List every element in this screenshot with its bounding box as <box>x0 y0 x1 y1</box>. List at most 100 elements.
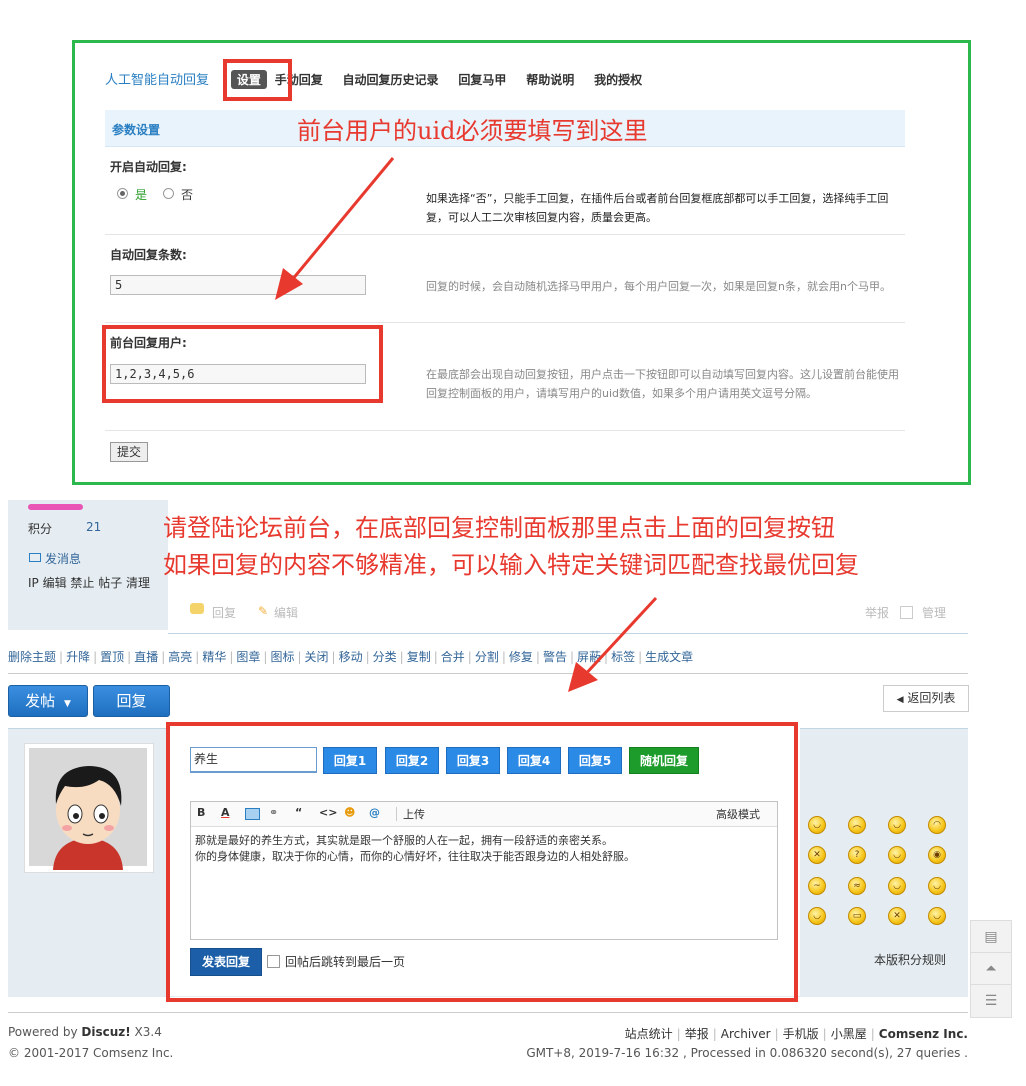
keyword-input[interactable]: 养生 <box>190 747 317 773</box>
emoji-smiley-icon[interactable]: ~ <box>808 877 826 895</box>
chevron-left-icon: ◀ <box>896 695 904 705</box>
comment-icon[interactable]: ▤ <box>970 920 1012 954</box>
mod-tool-link[interactable]: 移动 <box>339 650 363 664</box>
emoji-smiley-icon[interactable]: ◡ <box>888 816 906 834</box>
discuz-link[interactable]: Discuz! <box>81 1025 130 1039</box>
footer-link[interactable]: 手机版 <box>783 1027 819 1041</box>
bold-icon[interactable]: B <box>197 806 205 819</box>
emoji-smiley-icon[interactable]: ◡ <box>808 816 826 834</box>
mod-tool-link[interactable]: 精华 <box>202 650 226 664</box>
emoji-smiley-icon[interactable]: ▭ <box>848 907 866 925</box>
mod-tool-link[interactable]: 复制 <box>407 650 431 664</box>
footer-stats: GMT+8, 2019-7-16 16:32 , Processed in 0.… <box>526 1046 968 1060</box>
code-icon[interactable]: <> <box>319 806 337 819</box>
mod-tool-link[interactable]: 合并 <box>441 650 465 664</box>
plugin-nav: 人工智能自动回复 设置 手动回复 自动回复历史记录 回复马甲 帮助说明 我的授权 <box>105 69 658 89</box>
link-icon[interactable]: ⚭ <box>269 806 278 819</box>
reply-3-button[interactable]: 回复3 <box>446 747 500 774</box>
back-to-list-label: 返回列表 <box>907 691 956 705</box>
mod-tool-link[interactable]: 分类 <box>373 650 397 664</box>
credit-rules-link[interactable]: 本版积分规则 <box>874 951 946 968</box>
mod-tool-link[interactable]: 分割 <box>475 650 499 664</box>
at-mention-icon[interactable]: @ <box>369 806 380 819</box>
mod-tool-link[interactable]: 图章 <box>236 650 260 664</box>
reply-5-button[interactable]: 回复5 <box>568 747 622 774</box>
reply-2-button[interactable]: 回复2 <box>385 747 439 774</box>
footer-link[interactable]: 小黑屋 <box>831 1027 867 1041</box>
report-link[interactable]: 举报 <box>865 604 889 621</box>
points-label: 积分 <box>28 522 53 536</box>
admin-user-links[interactable]: IP 编辑 禁止 帖子 清理 <box>28 574 150 591</box>
post-reply-submit-button[interactable]: 发表回复 <box>190 948 262 976</box>
jump-last-page-label: 回帖后跳转到最后一页 <box>285 955 406 969</box>
post-reply-link[interactable]: 回复 <box>212 604 236 621</box>
mod-tool-link[interactable]: 修复 <box>509 650 533 664</box>
toolbar-separator: | <box>195 650 200 664</box>
send-message-link[interactable]: 发消息 <box>45 550 81 567</box>
font-color-icon[interactable]: A <box>221 806 230 819</box>
jump-last-page-checkbox[interactable] <box>267 955 280 968</box>
points-value[interactable]: 21 <box>86 520 101 534</box>
auto-reply-no-radio[interactable] <box>163 188 174 199</box>
tab-auto-reply-history[interactable]: 自动回复历史记录 <box>343 71 439 88</box>
emoji-smiley-icon[interactable]: ◡ <box>808 907 826 925</box>
toolbar-separator: | <box>501 650 506 664</box>
auto-reply-no-label[interactable]: 否 <box>181 186 193 203</box>
auto-reply-yes-radio[interactable] <box>117 188 128 199</box>
footer-link[interactable]: Archiver <box>721 1027 771 1041</box>
advanced-mode-link[interactable]: 高级模式 <box>716 806 760 822</box>
powered-by: Powered by Discuz! X3.4 <box>8 1025 162 1039</box>
new-post-button[interactable]: 发帖 ▼ <box>8 685 88 717</box>
emoji-smiley-icon[interactable]: ✕ <box>808 846 826 864</box>
footer-link[interactable]: 举报 <box>685 1027 709 1041</box>
auto-reply-yes-label[interactable]: 是 <box>135 186 147 203</box>
mod-tool-link[interactable]: 直播 <box>134 650 158 664</box>
reply-4-button[interactable]: 回复4 <box>507 747 561 774</box>
toolbar-separator: | <box>93 650 98 664</box>
emoji-smiley-icon[interactable]: ◡ <box>888 846 906 864</box>
emoji-smiley-icon[interactable]: ✕ <box>888 907 906 925</box>
toolbar-separator: | <box>59 650 64 664</box>
post-edit-link[interactable]: 编辑 <box>274 604 298 621</box>
smiley-icon[interactable]: ☻ <box>344 806 355 819</box>
user-sidebar: 积分 21 发消息 IP 编辑 禁止 帖子 清理 <box>8 500 168 630</box>
submit-button[interactable]: 提交 <box>110 442 148 462</box>
tab-reply-accounts[interactable]: 回复马甲 <box>458 71 506 88</box>
emoji-smiley-icon[interactable]: ◡ <box>928 907 946 925</box>
back-to-top-icon[interactable]: ⏶ <box>970 952 1012 986</box>
toolbar-separator: | <box>433 650 438 664</box>
toolbar-separator: | <box>161 650 166 664</box>
mod-tool-link[interactable]: 删除主题 <box>8 650 56 664</box>
emoji-smiley-icon[interactable]: ≈ <box>848 877 866 895</box>
random-reply-button[interactable]: 随机回复 <box>629 747 699 774</box>
quote-icon[interactable]: “ <box>295 806 302 819</box>
reply-textarea[interactable]: 那就是最好的养生方式，其实就是跟一个舒服的人在一起，拥有一段舒适的亲密关系。 你… <box>195 833 635 865</box>
mod-tool-link[interactable]: 升降 <box>66 650 90 664</box>
company-link[interactable]: Comsenz Inc. <box>879 1027 968 1041</box>
tab-help[interactable]: 帮助说明 <box>526 71 574 88</box>
front-users-input[interactable]: 1,2,3,4,5,6 <box>110 364 366 384</box>
emoji-smiley-icon[interactable]: ︵ <box>848 816 866 834</box>
list-icon[interactable]: ☰ <box>970 984 1012 1018</box>
upload-button[interactable]: 上传 <box>403 806 425 822</box>
emoji-smiley-icon[interactable]: ◡ <box>888 877 906 895</box>
back-to-list-button[interactable]: ◀ 返回列表 <box>883 685 969 712</box>
manage-checkbox[interactable] <box>900 606 913 619</box>
mod-tool-link[interactable]: 图标 <box>270 650 294 664</box>
reply-count-label: 自动回复条数: <box>110 248 187 262</box>
user-level-bar <box>28 504 83 510</box>
mod-tool-link[interactable]: 关闭 <box>305 650 329 664</box>
emoji-smiley-icon[interactable]: ◠ <box>928 816 946 834</box>
image-icon[interactable] <box>245 808 260 820</box>
footer-link[interactable]: 站点统计 <box>625 1027 673 1041</box>
plugin-title[interactable]: 人工智能自动回复 <box>105 69 209 88</box>
emoji-smiley-icon[interactable]: ? <box>848 846 866 864</box>
tab-my-license[interactable]: 我的授权 <box>594 71 642 88</box>
reply-button[interactable]: 回复 <box>93 685 170 717</box>
mod-tool-link[interactable]: 高亮 <box>168 650 192 664</box>
reply-1-button[interactable]: 回复1 <box>323 747 377 774</box>
emoji-smiley-icon[interactable]: ◡ <box>928 877 946 895</box>
mod-tool-link[interactable]: 置顶 <box>100 650 124 664</box>
forum-annotation-line1: 请登陆论坛前台，在底部回复控制面板那里点击上面的回复按钮 <box>163 514 835 542</box>
emoji-smiley-icon[interactable]: ◉ <box>928 846 946 864</box>
